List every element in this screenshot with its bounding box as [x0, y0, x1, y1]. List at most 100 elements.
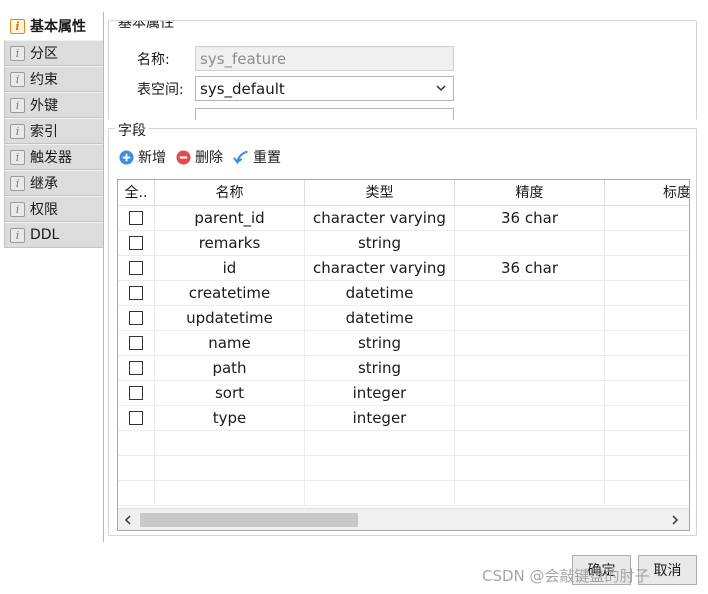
table-row[interactable]: updatetime datetime	[118, 306, 689, 331]
scale-cell	[605, 256, 689, 281]
name-cell	[155, 481, 305, 506]
row-checkbox-cell	[118, 456, 155, 481]
row-checkbox-cell	[118, 381, 155, 406]
row-checkbox-cell	[118, 331, 155, 356]
info-icon: i	[10, 71, 25, 87]
reset-button[interactable]: 重置	[233, 147, 281, 167]
precision-cell	[455, 406, 605, 431]
name-cell: updatetime	[155, 306, 305, 331]
tab-label: 分区	[30, 46, 58, 62]
row-checkbox[interactable]	[129, 310, 143, 325]
tab-3[interactable]: i 外键	[4, 92, 104, 118]
type-cell	[305, 431, 455, 456]
info-icon: i	[10, 123, 25, 139]
horizontal-scrollbar[interactable]	[118, 508, 689, 530]
row-checkbox[interactable]	[129, 210, 143, 225]
tab-divider	[103, 12, 104, 542]
name-cell: id	[155, 256, 305, 281]
row-checkbox[interactable]	[129, 285, 143, 300]
name-cell: parent_id	[155, 206, 305, 231]
type-cell: string	[305, 356, 455, 381]
scale-cell	[605, 381, 689, 406]
type-cell: character varying	[305, 256, 455, 281]
precision-cell	[455, 456, 605, 481]
tablespace-label: 表空间:	[137, 81, 184, 98]
table-body: parent_id character varying 36 char remarks…	[118, 206, 689, 506]
row-checkbox[interactable]	[129, 335, 143, 350]
row-checkbox-cell	[118, 231, 155, 256]
table-row[interactable]: parent_id character varying 36 char	[118, 206, 689, 231]
row-checkbox[interactable]	[129, 235, 143, 250]
tab-2[interactable]: i 约束	[4, 66, 104, 92]
row-checkbox[interactable]	[129, 260, 143, 275]
row-checkbox[interactable]	[129, 410, 143, 425]
precision-cell	[455, 331, 605, 356]
name-cell: sort	[155, 381, 305, 406]
info-icon: i	[10, 227, 25, 243]
row-checkbox[interactable]	[129, 360, 143, 375]
tab-label: 继承	[30, 176, 58, 192]
add-icon	[119, 149, 134, 165]
table-row[interactable]: type integer	[118, 406, 689, 431]
precision-cell	[455, 281, 605, 306]
partial-field[interactable]	[195, 108, 454, 120]
scroll-right-icon[interactable]	[669, 514, 681, 526]
name-cell: createtime	[155, 281, 305, 306]
tab-0[interactable]: i 基本属性	[4, 12, 104, 40]
tablespace-select[interactable]: sys_default	[195, 76, 454, 101]
name-field[interactable]: sys_feature	[195, 46, 454, 71]
name-cell: type	[155, 406, 305, 431]
row-checkbox-cell	[118, 481, 155, 506]
tablespace-row: 表空间: sys_default	[137, 76, 454, 101]
row-checkbox-cell	[118, 356, 155, 381]
table-row[interactable]	[118, 456, 689, 481]
tab-4[interactable]: i 索引	[4, 118, 104, 144]
table-row[interactable]: name string	[118, 331, 689, 356]
table-row[interactable]	[118, 431, 689, 456]
info-icon: i	[10, 18, 25, 34]
precision-cell: 36 char	[455, 256, 605, 281]
column-header-type[interactable]: 类型	[305, 180, 455, 206]
delete-label: 删除	[195, 150, 223, 166]
row-checkbox-cell	[118, 281, 155, 306]
add-button[interactable]: 新增	[119, 147, 166, 167]
scroll-left-icon[interactable]	[122, 514, 134, 526]
table-row[interactable]: sort integer	[118, 381, 689, 406]
partial-row	[137, 108, 454, 120]
tab-5[interactable]: i 触发器	[4, 144, 104, 170]
scrollbar-thumb[interactable]	[140, 513, 358, 527]
column-header-scale[interactable]: 标度	[605, 180, 689, 206]
table-header: 全.. 名称 类型 精度 标度	[118, 180, 689, 206]
row-checkbox-cell	[118, 431, 155, 456]
name-row: 名称: sys_feature	[137, 46, 454, 71]
basic-properties-group: 基本属性 名称: sys_feature 表空间: sys_default	[108, 20, 697, 120]
tab-7[interactable]: i 权限	[4, 196, 104, 222]
scale-cell	[605, 306, 689, 331]
table-row[interactable]: remarks string	[118, 231, 689, 256]
scale-cell	[605, 231, 689, 256]
add-label: 新增	[138, 150, 166, 166]
delete-button[interactable]: 删除	[176, 147, 223, 167]
row-checkbox-cell	[118, 406, 155, 431]
scale-cell	[605, 456, 689, 481]
fields-legend: 字段	[115, 120, 149, 140]
precision-cell	[455, 481, 605, 506]
column-header-name[interactable]: 名称	[155, 180, 305, 206]
table-row[interactable]: path string	[118, 356, 689, 381]
type-cell: string	[305, 231, 455, 256]
tab-label: 约束	[30, 72, 58, 88]
type-cell: integer	[305, 381, 455, 406]
table-row[interactable]	[118, 481, 689, 506]
column-header-precision[interactable]: 精度	[455, 180, 605, 206]
row-checkbox[interactable]	[129, 385, 143, 400]
tab-8[interactable]: i DDL	[4, 222, 104, 248]
tab-6[interactable]: i 继承	[4, 170, 104, 196]
table-row[interactable]: id character varying 36 char	[118, 256, 689, 281]
tab-label: 索引	[30, 124, 58, 140]
table-row[interactable]: createtime datetime	[118, 281, 689, 306]
info-icon: i	[10, 45, 25, 61]
scale-cell	[605, 331, 689, 356]
name-cell	[155, 431, 305, 456]
tab-1[interactable]: i 分区	[4, 40, 104, 66]
column-header-select-all[interactable]: 全..	[118, 180, 155, 206]
